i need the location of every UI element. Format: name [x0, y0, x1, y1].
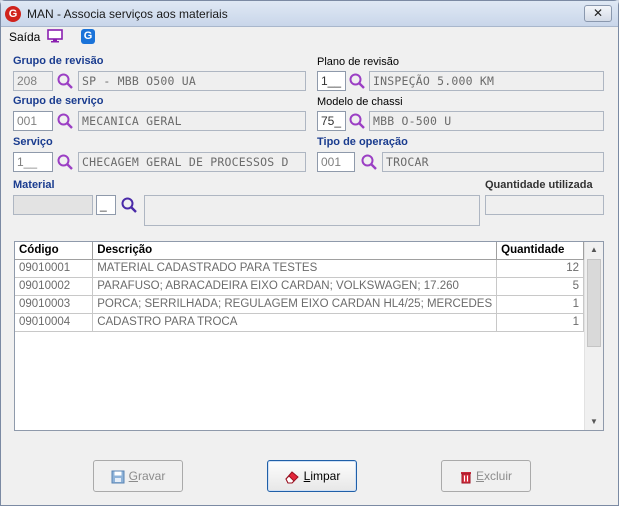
scroll-down-icon[interactable]: ▼ — [585, 414, 603, 430]
cell-descricao[interactable]: PORCA; SERRILHADA; REGULAGEM EIXO CARDAN… — [92, 295, 498, 314]
modelo-chassi-code-field[interactable]: 75_ — [317, 111, 346, 131]
gravar-mnemonic: G — [128, 469, 138, 483]
cell-quantidade[interactable]: 1 — [496, 313, 584, 332]
servico-desc-field: CHECAGEM GERAL DE PROCESSOS D — [78, 152, 306, 172]
servico-code-field[interactable]: 1__ — [13, 152, 53, 172]
gravar-button[interactable]: Gravar — [93, 460, 183, 492]
table-row[interactable]: 09010003 PORCA; SERRILHADA; REGULAGEM EI… — [15, 295, 584, 314]
column-header-codigo[interactable]: Código — [15, 242, 94, 260]
tipo-operacao-desc-field: TROCAR — [382, 152, 604, 172]
search-icon[interactable] — [348, 112, 366, 130]
search-icon[interactable] — [56, 72, 74, 90]
material-code-field[interactable] — [13, 195, 93, 215]
column-header-quantidade[interactable]: Quantidade — [496, 242, 584, 260]
limpar-label: impar — [310, 469, 341, 483]
label-grupo-revisao: Grupo de revisão — [13, 55, 104, 67]
table-row[interactable]: 09010004 CADASTRO PARA TROCA 1 — [15, 313, 584, 332]
cell-quantidade[interactable]: 12 — [496, 259, 584, 278]
grupo-revisao-desc-field: SP - MBB O500 UA — [78, 71, 306, 91]
limpar-button[interactable]: Limpar — [267, 460, 357, 492]
window-title: MAN - Associa serviços aos materiais — [27, 7, 228, 21]
label-tipo-operacao: Tipo de operação — [317, 136, 408, 148]
trash-icon — [460, 471, 471, 484]
label-plano-revisao: Plano de revisão — [317, 56, 399, 68]
materials-grid[interactable]: Código Descrição Quantidade 09010001 MAT… — [14, 241, 604, 431]
excluir-button[interactable]: Excluir — [441, 460, 531, 492]
eraser-icon — [285, 471, 299, 484]
grupo-servico-desc-field: MECANICA GERAL — [78, 111, 306, 131]
table-row[interactable]: 09010002 PARAFUSO; ABRACADEIRA EIXO CARD… — [15, 277, 584, 296]
monitor-icon[interactable] — [47, 29, 63, 43]
search-icon[interactable] — [348, 72, 366, 90]
cell-codigo[interactable]: 09010003 — [15, 295, 94, 314]
app-logo-icon: G — [5, 6, 21, 22]
search-icon[interactable] — [56, 153, 74, 171]
cell-descricao[interactable]: PARAFUSO; ABRACADEIRA EIXO CARDAN; VOLKS… — [92, 277, 498, 296]
g-logo-icon[interactable]: G — [81, 29, 95, 44]
material-digit-field[interactable]: _ — [96, 195, 116, 215]
main-window: G MAN - Associa serviços aos materiais ✕… — [0, 0, 619, 506]
close-button[interactable]: ✕ — [584, 5, 612, 22]
label-servico: Serviço — [13, 136, 53, 148]
plano-revisao-desc-field: INSPEÇÃO 5.000 KM — [369, 71, 604, 91]
label-modelo-chassi: Modelo de chassi — [317, 96, 403, 108]
cell-descricao[interactable]: MATERIAL CADASTRADO PARA TESTES — [92, 259, 498, 278]
grupo-revisao-code-field[interactable]: 208 — [13, 71, 53, 91]
menu-item-saida[interactable]: Saída — [9, 30, 40, 44]
excluir-label: xcluir — [484, 469, 513, 483]
plano-revisao-code-field[interactable]: 1__ — [317, 71, 346, 91]
modelo-chassi-desc-field: MBB O-500 U — [369, 111, 604, 131]
grupo-servico-code-field[interactable]: 001 — [13, 111, 53, 131]
cell-descricao[interactable]: CADASTRO PARA TROCA — [92, 313, 498, 332]
quantidade-utilizada-field[interactable] — [485, 195, 604, 215]
scroll-up-icon[interactable]: ▲ — [585, 242, 603, 258]
gravar-label: ravar — [138, 469, 166, 483]
cell-quantidade[interactable]: 5 — [496, 277, 584, 296]
title-bar: G MAN - Associa serviços aos materiais ✕ — [1, 1, 618, 27]
tipo-operacao-code-field[interactable]: 001 — [317, 152, 355, 172]
search-icon[interactable] — [56, 112, 74, 130]
label-material: Material — [13, 179, 55, 191]
table-row[interactable]: 09010001 MATERIAL CADASTRADO PARA TESTES… — [15, 259, 584, 278]
search-icon[interactable] — [120, 196, 138, 214]
scroll-thumb[interactable] — [587, 259, 601, 347]
search-icon[interactable] — [360, 153, 378, 171]
column-header-descricao[interactable]: Descrição — [92, 242, 498, 260]
material-desc-field — [144, 195, 480, 226]
cell-quantidade[interactable]: 1 — [496, 295, 584, 314]
label-quantidade-utilizada: Quantidade utilizada — [485, 179, 593, 191]
label-grupo-servico: Grupo de serviço — [13, 95, 104, 107]
cell-codigo[interactable]: 09010002 — [15, 277, 94, 296]
cell-codigo[interactable]: 09010001 — [15, 259, 94, 278]
cell-codigo[interactable]: 09010004 — [15, 313, 94, 332]
excluir-mnemonic: E — [475, 469, 484, 483]
save-icon — [111, 470, 125, 484]
grid-vertical-scrollbar[interactable]: ▲ ▼ — [584, 242, 603, 430]
